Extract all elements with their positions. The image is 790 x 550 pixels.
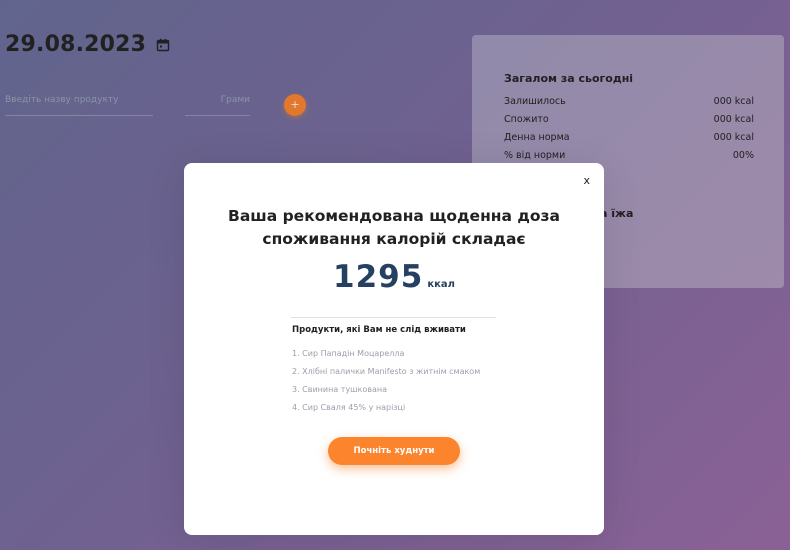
kcal-unit: ккал <box>427 279 455 290</box>
divider <box>291 317 496 318</box>
start-losing-weight-button[interactable]: Почніть худнути <box>328 437 460 465</box>
calorie-intake-modal: x Ваша рекомендована щоденна доза спожив… <box>184 163 604 535</box>
list-item: 3. Свинина тушкована <box>292 385 387 394</box>
list-item: 1. Сир Пападін Моцарелла <box>292 349 405 358</box>
forbidden-foods-title: Продукти, які Вам не слід вживати <box>292 325 466 335</box>
list-item: 2. Хлібні палички Manifesto з житнім сма… <box>292 367 481 376</box>
forbidden-foods-list: 1. Сир Пападін Моцарелла 2. Хлібні палич… <box>292 348 480 420</box>
list-item: 4. Сир Сваля 45% у нарізці <box>292 403 406 412</box>
daily-kcal: 1295 ккал <box>184 259 604 295</box>
close-icon[interactable]: x <box>583 174 590 187</box>
modal-title: Ваша рекомендована щоденна доза споживан… <box>184 205 604 251</box>
modal-title-line: споживання калорій складає <box>262 230 526 248</box>
modal-title-line: Ваша рекомендована щоденна доза <box>228 207 560 225</box>
kcal-value: 1295 <box>333 259 424 295</box>
